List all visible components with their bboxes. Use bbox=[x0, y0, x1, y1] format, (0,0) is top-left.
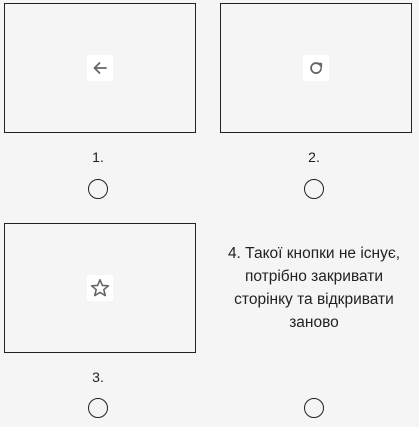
option-1-number: 1. bbox=[92, 149, 104, 165]
arrow-left-icon bbox=[87, 55, 113, 81]
option-2-number: 2. bbox=[308, 149, 320, 165]
option-3-number: 3. bbox=[92, 369, 104, 385]
option-1-radio[interactable] bbox=[88, 179, 108, 199]
option-2-radio[interactable] bbox=[304, 179, 324, 199]
star-icon bbox=[87, 275, 113, 301]
quiz-options: 1. 2. 3. 4. Такої кнопки не існує, потрі… bbox=[0, 0, 419, 427]
option-4-radio[interactable] bbox=[304, 398, 324, 418]
option-2-card bbox=[220, 3, 412, 133]
reload-icon bbox=[303, 55, 329, 81]
option-1-card bbox=[4, 3, 196, 133]
option-3-card bbox=[4, 223, 196, 353]
option-3-radio[interactable] bbox=[88, 398, 108, 418]
option-4-text: 4. Такої кнопки не існує, потрібно закри… bbox=[227, 245, 401, 331]
